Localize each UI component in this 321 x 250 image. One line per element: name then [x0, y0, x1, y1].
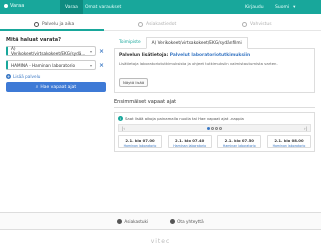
chevron-down-icon: ▾: [89, 62, 92, 68]
step-customer-info: Asiakastiedot: [138, 17, 176, 31]
pager-dot[interactable]: [207, 126, 210, 130]
slot-place: Haminan laboratorio: [222, 144, 256, 148]
add-service-label: Lisää palvelu: [13, 74, 41, 79]
footer-link-label: Ota yhteyttä: [177, 218, 204, 224]
time-slot[interactable]: 2.1. klo 08.00 Haminan laboratorio: [266, 135, 311, 148]
pager-dot[interactable]: [211, 126, 214, 130]
service-value: A) Verikokeet/virtsakokeet/EKG/sydä...: [11, 46, 86, 56]
pager-dot[interactable]: [215, 126, 218, 130]
slot-place: Haminan laboratorio: [272, 144, 306, 148]
contact-icon: [170, 218, 176, 224]
slot-time: 2.1. klo 08.00: [274, 138, 304, 143]
step-label: Asiakastiedot: [146, 21, 177, 27]
available-times: i Saat lisää aikoja painamalla nuolia ta…: [114, 112, 315, 152]
slot-time: 2.1. klo 07.40: [175, 138, 205, 143]
search-times-label: Hae vapaat ajat: [40, 84, 77, 90]
user-label: Kirjaudu: [245, 4, 264, 10]
footer: Asiakastuki Ota yhteyttä: [0, 212, 321, 230]
chevron-right-icon[interactable]: ›|: [304, 126, 307, 131]
time-slot[interactable]: 2.1. klo 07.50 Haminan laboratorio: [217, 135, 262, 148]
location-select[interactable]: HAMINA - Haminan laboratorio ▾: [6, 60, 96, 70]
step-circle-icon: [34, 21, 39, 27]
brand-logo[interactable]: Varaa: [4, 3, 24, 9]
nav-language[interactable]: Suomi ▾: [275, 0, 295, 14]
plus-icon: +: [6, 74, 11, 79]
brand-label: Varaa: [10, 3, 25, 9]
slot-time: 2.1. klo 07.00: [125, 138, 155, 143]
slot-time: 2.1. klo 07.50: [224, 138, 254, 143]
time-slot[interactable]: 2.1. klo 07.40 Haminan laboratorio: [167, 135, 212, 148]
info-prefix: Palvelun lisätietoja:: [119, 53, 169, 58]
chevron-down-icon: ▾: [89, 48, 92, 54]
top-navbar: Varaa Varaa Omat varaukset Kirjaudu Suom…: [0, 0, 321, 14]
info-title: Palvelun lisätietoja: Palvelut laborator…: [119, 53, 310, 58]
search-icon: ⌕: [35, 85, 39, 90]
nav-tab-my-bookings[interactable]: Omat varaukset: [80, 0, 126, 14]
add-service-link[interactable]: + Lisää palvelu: [6, 74, 108, 79]
step-circle-icon: [242, 21, 247, 27]
footer-link-label: Asiakastuki: [124, 218, 149, 224]
step-circle-icon: [138, 21, 143, 27]
slot-place: Haminan laboratorio: [173, 144, 207, 148]
info-icon: i: [118, 116, 123, 121]
question-label: Mitä haluat varata?: [6, 37, 62, 43]
remove-location-icon[interactable]: ×: [99, 62, 104, 69]
tab-location[interactable]: Toimipiste: [114, 37, 146, 48]
details-tabs: Toimipiste A) Verikokeet/virtsakokeet/EK…: [114, 37, 315, 49]
time-slot[interactable]: 2.1. klo 07.00 Haminan laboratorio: [118, 135, 162, 148]
times-hint: i Saat lisää aikoja painamalla nuolia ta…: [118, 116, 311, 121]
nav-user[interactable]: Kirjaudu: [245, 0, 264, 14]
chevron-down-icon: ▾: [293, 4, 296, 10]
pager-dot[interactable]: [219, 126, 222, 130]
support-icon: [117, 218, 123, 224]
tab-service[interactable]: A) Verikokeet/virtsakokeet/EKG/sydänfilm…: [145, 37, 248, 49]
first-times-header: Ensimmäiset vapaat ajat: [114, 99, 315, 108]
step-label: Palvelu ja aika: [42, 21, 75, 27]
time-slots: 2.1. klo 07.00 Haminan laboratorio 2.1. …: [118, 135, 311, 148]
step-progress-bar: [0, 29, 104, 31]
footer-link-contact[interactable]: Ota yhteyttä: [170, 218, 204, 224]
pager-dots: [207, 126, 222, 130]
step-confirmation: Vahvistus: [242, 17, 272, 31]
language-label: Suomi: [275, 4, 290, 10]
slot-place: Haminan laboratorio: [123, 144, 157, 148]
info-link[interactable]: Palvelut laboratoriotutkimuksiin: [170, 53, 250, 58]
search-times-button[interactable]: ⌕ Hae vapaat ajat: [6, 82, 106, 92]
hint-text: Saat lisää aikoja painamalla nuolia tai …: [125, 116, 244, 121]
brand-icon: [4, 4, 8, 8]
service-info-panel: Palvelun lisätietoja: Palvelut laborator…: [114, 49, 315, 93]
footer-link-support[interactable]: Asiakastuki: [117, 218, 149, 224]
info-body: Lisätietoja laboratoriotutkimuksista ja …: [119, 61, 278, 66]
step-label: Vahvistus: [250, 21, 272, 27]
service-select[interactable]: A) Verikokeet/virtsakokeet/EKG/sydä... ▾: [6, 46, 96, 56]
times-pager: |‹ ›|: [118, 124, 311, 132]
chevron-left-icon[interactable]: |‹: [122, 126, 125, 131]
remove-service-icon[interactable]: ×: [99, 48, 104, 55]
show-more-button[interactable]: Näytä lisää: [119, 78, 149, 87]
booking-form: Mitä haluat varata? A) Verikokeet/virtsa…: [6, 37, 108, 92]
details-panel: Toimipiste A) Verikokeet/virtsakokeet/EK…: [114, 37, 315, 152]
vitec-logo: vitec: [150, 238, 171, 245]
location-value: HAMINA - Haminan laboratorio: [11, 62, 76, 68]
